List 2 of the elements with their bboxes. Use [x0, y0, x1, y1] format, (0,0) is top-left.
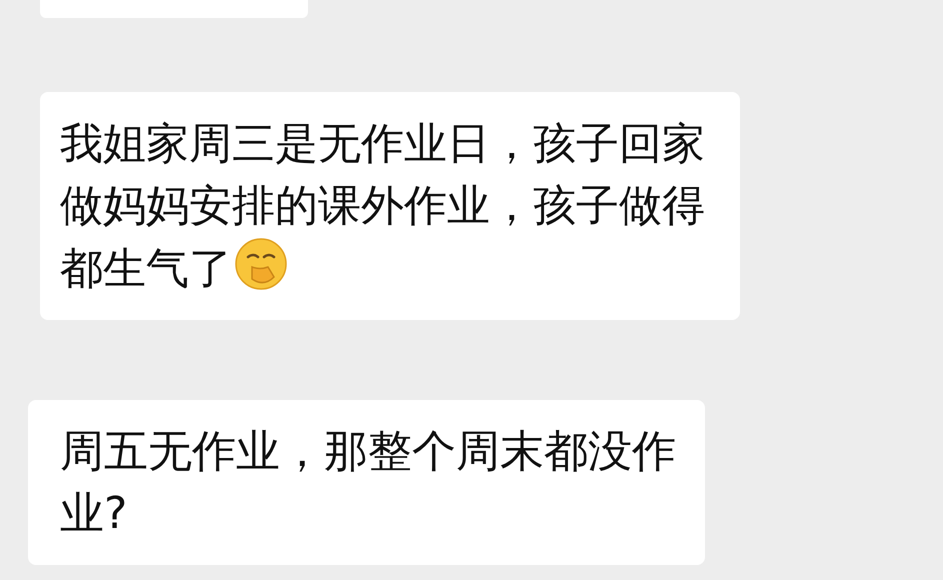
- message-text: 周五无作业，那整个周末都没作业?: [60, 426, 676, 539]
- message-text: 我姐家周三是无作业日，孩子回家做妈妈安排的课外作业，孩子做得都生气了: [60, 119, 705, 294]
